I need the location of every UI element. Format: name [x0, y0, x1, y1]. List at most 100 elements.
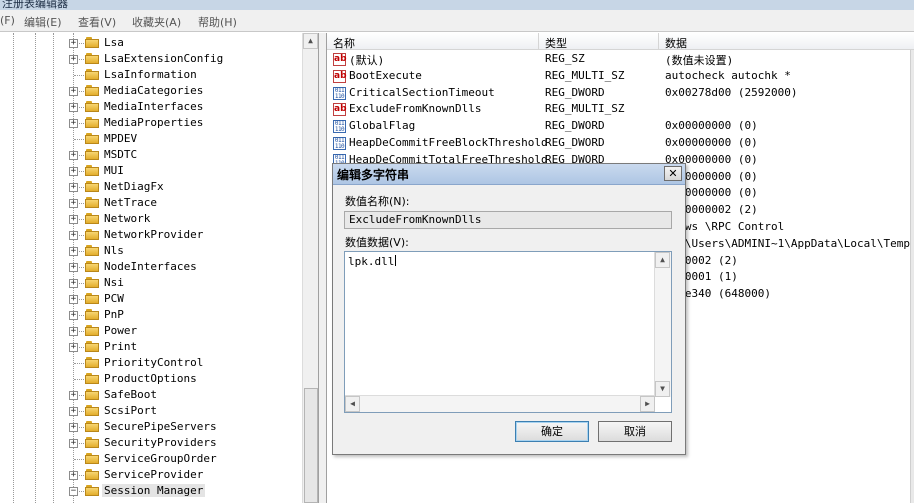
expand-icon[interactable]: +: [69, 119, 78, 128]
expand-icon[interactable]: +: [69, 199, 78, 208]
menu-view[interactable]: 查看(V): [78, 14, 116, 30]
expand-icon[interactable]: +: [69, 183, 78, 192]
value-row[interactable]: 011 110 CriticalSectionTimeout REG_DWORD 0x0…: [327, 85, 914, 102]
folder-icon: [85, 197, 99, 208]
tree-item[interactable]: + SecurityProviders: [0, 435, 300, 451]
tree-item-label: MPDEV: [104, 132, 138, 145]
tree-item-label: MSDTC: [104, 148, 138, 161]
expand-icon[interactable]: +: [69, 247, 78, 256]
expand-icon[interactable]: +: [69, 215, 78, 224]
expand-icon[interactable]: +: [69, 231, 78, 240]
menu-edit[interactable]: 编辑(E): [24, 14, 62, 30]
tree-item[interactable]: + NetworkProvider: [0, 227, 300, 243]
expand-icon[interactable]: +: [69, 391, 78, 400]
expand-icon[interactable]: +: [69, 439, 78, 448]
expand-icon[interactable]: +: [69, 87, 78, 96]
tree-item[interactable]: + ServiceProvider: [0, 467, 300, 483]
menu-favorites[interactable]: 收藏夹(A): [132, 14, 181, 30]
scroll-up-arrow-icon[interactable]: ▲: [303, 33, 318, 49]
expand-icon[interactable]: +: [69, 471, 78, 480]
menu-help[interactable]: 帮助(H): [198, 14, 237, 30]
tree-item[interactable]: + Power: [0, 323, 300, 339]
expand-icon[interactable]: +: [69, 407, 78, 416]
tree-item[interactable]: LsaInformation: [0, 67, 300, 83]
tree-item[interactable]: + NodeInterfaces: [0, 259, 300, 275]
tree-item[interactable]: + PnP: [0, 307, 300, 323]
expand-icon[interactable]: +: [69, 103, 78, 112]
value-row[interactable]: ab BootExecute REG_MULTI_SZ autocheck autoc…: [327, 68, 914, 85]
folder-icon: [85, 293, 99, 304]
scroll-thumb[interactable]: [304, 388, 318, 503]
tree-item[interactable]: MPDEV: [0, 131, 300, 147]
column-header-name[interactable]: 名称: [327, 33, 539, 50]
menu-file[interactable]: (F): [0, 14, 15, 27]
expand-icon[interactable]: +: [69, 327, 78, 336]
tree-item[interactable]: + Lsa: [0, 35, 300, 51]
tree-item[interactable]: + MSDTC: [0, 147, 300, 163]
tree-item[interactable]: + SafeBoot: [0, 387, 300, 403]
text-cursor: [395, 255, 397, 266]
tree-item[interactable]: + LsaExtensionConfig: [0, 51, 300, 67]
values-scrollbar[interactable]: [910, 50, 914, 503]
tree-item[interactable]: + Print: [0, 339, 300, 355]
expand-icon[interactable]: +: [69, 279, 78, 288]
value-type: REG_MULTI_SZ: [545, 68, 625, 82]
scroll-up-arrow-icon[interactable]: ▲: [655, 252, 670, 268]
tree-item[interactable]: ServiceGroupOrder: [0, 451, 300, 467]
tree-item[interactable]: − Session Manager: [0, 483, 300, 499]
column-header-type[interactable]: 类型: [539, 33, 659, 50]
tree-item[interactable]: + SecurePipeServers: [0, 419, 300, 435]
value-type: REG_SZ: [545, 52, 585, 65]
expand-icon[interactable]: +: [69, 295, 78, 304]
expand-icon[interactable]: +: [69, 151, 78, 160]
tree-item[interactable]: + ScsiPort: [0, 403, 300, 419]
value-name: ExcludeFromKnownDlls: [349, 102, 482, 116]
value-data-textarea[interactable]: lpk.dll ▲ ▼ ◀ ▶: [344, 251, 672, 413]
tree-item[interactable]: + MediaProperties: [0, 115, 300, 131]
tree-item[interactable]: ProductOptions: [0, 371, 300, 387]
tree-item[interactable]: + NetDiagFx: [0, 179, 300, 195]
scroll-right-arrow-icon[interactable]: ▶: [640, 396, 655, 412]
value-type: REG_DWORD: [545, 85, 605, 99]
tree-item[interactable]: + MediaInterfaces: [0, 99, 300, 115]
pane-splitter[interactable]: [319, 33, 326, 503]
scroll-down-arrow-icon[interactable]: ▼: [655, 381, 670, 397]
cancel-button[interactable]: 取消: [598, 421, 672, 442]
textarea-vertical-scrollbar[interactable]: ▲ ▼: [654, 252, 671, 397]
value-data: autocheck autochk *: [665, 68, 791, 82]
tree-scrollbar[interactable]: ▲: [302, 33, 318, 503]
expand-icon[interactable]: +: [69, 39, 78, 48]
tree-item[interactable]: + MUI: [0, 163, 300, 179]
dialog-titlebar[interactable]: 编辑多字符串 ✕: [333, 164, 685, 185]
expand-icon[interactable]: +: [69, 343, 78, 352]
value-row[interactable]: 011 110 HeapDeCommitFreeBlockThreshold REG_…: [327, 135, 914, 152]
folder-icon: [85, 469, 99, 480]
value-row[interactable]: ab (默认) REG_SZ (数值未设置): [327, 51, 914, 68]
tree-item[interactable]: + PCW: [0, 291, 300, 307]
column-header-data[interactable]: 数据: [659, 33, 914, 50]
value-row[interactable]: ab ExcludeFromKnownDlls REG_MULTI_SZ: [327, 101, 914, 118]
close-button[interactable]: ✕: [664, 166, 682, 181]
value-row[interactable]: 011 110 GlobalFlag REG_DWORD 0x00000000 (0): [327, 118, 914, 135]
expand-icon[interactable]: +: [69, 423, 78, 432]
tree-item[interactable]: + Network: [0, 211, 300, 227]
folder-icon: [85, 149, 99, 160]
tree-item-label: MediaInterfaces: [104, 100, 204, 113]
tree-item[interactable]: PriorityControl: [0, 355, 300, 371]
tree-item[interactable]: + Nsi: [0, 275, 300, 291]
scroll-left-arrow-icon[interactable]: ◀: [345, 396, 360, 412]
value-data: 0x00000000 (0): [665, 136, 758, 149]
folder-icon: [85, 101, 99, 112]
tree-item[interactable]: + NetTrace: [0, 195, 300, 211]
tree-item-label: Network: [104, 212, 151, 225]
expand-icon[interactable]: +: [69, 311, 78, 320]
collapse-icon[interactable]: −: [69, 487, 78, 496]
tree-item[interactable]: + MediaCategories: [0, 83, 300, 99]
tree-item[interactable]: + Nls: [0, 243, 300, 259]
expand-icon[interactable]: +: [69, 55, 78, 64]
expand-icon[interactable]: +: [69, 167, 78, 176]
textarea-horizontal-scrollbar[interactable]: ◀ ▶: [345, 395, 655, 412]
ok-button[interactable]: 确定: [515, 421, 589, 442]
expand-icon[interactable]: +: [69, 263, 78, 272]
string-value-icon: ab: [333, 53, 347, 66]
